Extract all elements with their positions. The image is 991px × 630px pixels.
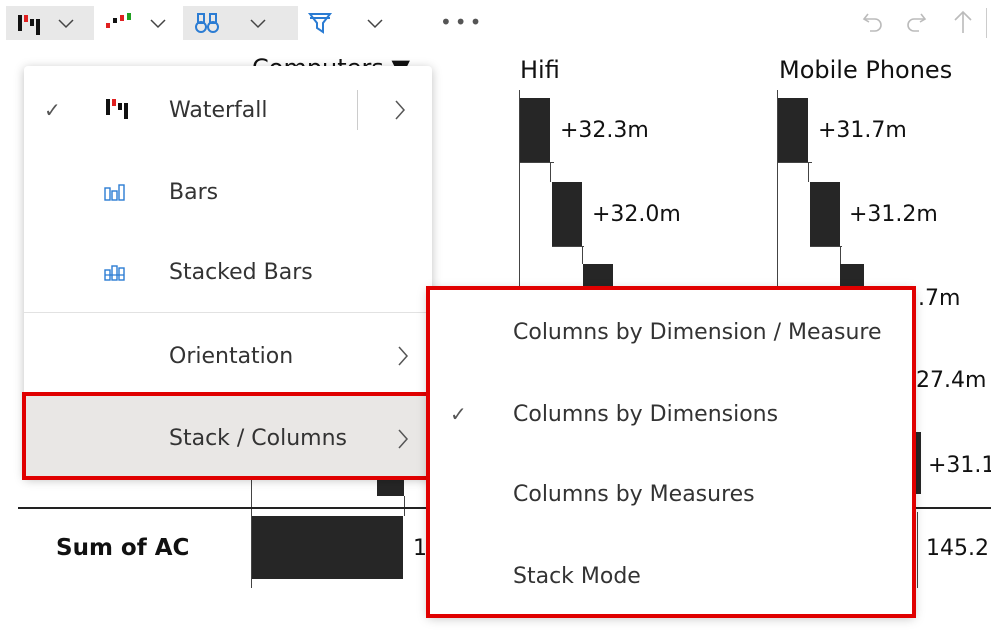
connector-line bbox=[840, 246, 841, 264]
waterfall-bar bbox=[810, 182, 840, 246]
toolbar-divider bbox=[986, 8, 987, 38]
connector-line bbox=[552, 246, 584, 247]
undo-icon[interactable] bbox=[862, 10, 884, 34]
connector-line bbox=[520, 162, 554, 163]
column-header-hifi[interactable]: Hifi bbox=[520, 56, 560, 84]
chevron-right-icon[interactable] bbox=[393, 98, 407, 122]
up-arrow-icon[interactable] bbox=[952, 9, 974, 35]
axis-line bbox=[917, 512, 918, 588]
data-label: +31.2m bbox=[849, 202, 938, 227]
connector-line bbox=[550, 162, 551, 182]
waterfall-bar bbox=[778, 98, 808, 162]
check-icon: ✓ bbox=[44, 98, 61, 122]
menu-item-orientation[interactable]: Orientation bbox=[24, 316, 432, 396]
variance-chart-button[interactable] bbox=[100, 6, 176, 40]
connector-line bbox=[808, 162, 809, 182]
highlight-frame bbox=[22, 392, 434, 480]
data-label: 27.4m bbox=[916, 368, 987, 393]
waterfall-bar bbox=[520, 98, 550, 162]
chevron-right-icon bbox=[398, 346, 409, 366]
menu-item-label: Bars bbox=[169, 179, 219, 205]
connector-line bbox=[778, 162, 812, 163]
more-options-button[interactable]: ••• bbox=[440, 10, 484, 34]
data-label: .7m bbox=[918, 286, 961, 311]
menu-item-bars[interactable]: Bars bbox=[24, 152, 432, 232]
connector-line bbox=[810, 246, 842, 247]
menu-item-stacked-bars[interactable]: Stacked Bars bbox=[24, 232, 432, 312]
split-divider bbox=[357, 90, 358, 130]
total-value: 145.2 bbox=[926, 536, 989, 561]
chart-type-button[interactable] bbox=[6, 6, 94, 40]
menu-item-label: Stacked Bars bbox=[169, 259, 313, 285]
toolbar: ••• bbox=[0, 0, 991, 46]
waterfall-icon bbox=[106, 99, 128, 119]
total-row-label: Sum of AC bbox=[56, 535, 190, 561]
menu-item-label: Waterfall bbox=[169, 97, 268, 123]
waterfall-bar bbox=[377, 478, 404, 496]
menu-item-label: Orientation bbox=[169, 343, 294, 369]
menu-separator bbox=[24, 312, 432, 313]
column-header-mobile-phones[interactable]: Mobile Phones bbox=[779, 56, 952, 84]
data-label: +32.3m bbox=[560, 118, 649, 143]
filter-funnel-icon bbox=[307, 13, 333, 34]
connector-line bbox=[404, 496, 405, 516]
binoculars-icon bbox=[195, 13, 219, 33]
chevron-down-icon bbox=[150, 19, 166, 29]
total-bar bbox=[252, 516, 403, 579]
connector-line bbox=[582, 246, 583, 264]
search-button[interactable] bbox=[183, 6, 298, 40]
bars-icon bbox=[104, 184, 125, 201]
chevron-down-icon bbox=[58, 19, 74, 29]
stacked-bars-icon bbox=[104, 265, 125, 281]
filter-button[interactable] bbox=[305, 6, 395, 40]
waterfall-chart-icon bbox=[18, 15, 40, 35]
data-label: +32.0m bbox=[592, 202, 681, 227]
chevron-down-icon bbox=[250, 19, 266, 29]
variance-chart-icon bbox=[106, 13, 131, 28]
waterfall-bar bbox=[552, 182, 582, 246]
redo-icon[interactable] bbox=[905, 10, 927, 34]
data-label: +31.1 bbox=[928, 453, 991, 478]
data-label: +31.7m bbox=[818, 118, 907, 143]
highlight-frame bbox=[426, 286, 916, 618]
menu-item-waterfall[interactable]: ✓ Waterfall bbox=[24, 70, 432, 150]
chevron-down-icon bbox=[367, 19, 383, 29]
